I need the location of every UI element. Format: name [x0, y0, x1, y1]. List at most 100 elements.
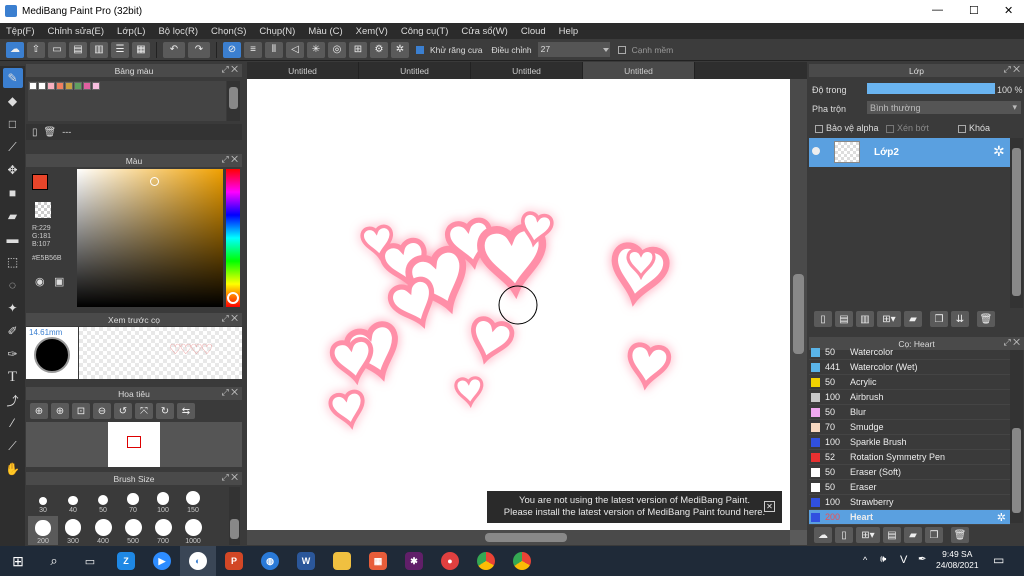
magic-wand-tool-icon[interactable]: ✦ — [3, 298, 23, 318]
brush-size-option[interactable]: 40 — [58, 485, 88, 514]
new-8bit-layer-icon[interactable]: ▥ — [856, 311, 874, 327]
adjust-input[interactable]: 27 — [537, 42, 610, 57]
vanishing-snap-icon[interactable]: ◁ — [286, 41, 304, 58]
trash-icon[interactable]: 🗑 — [44, 127, 57, 138]
brush-item[interactable]: 70 Smudge — [809, 420, 1010, 435]
chrome-icon[interactable] — [468, 546, 504, 576]
move-tool-icon[interactable]: ✥ — [3, 160, 23, 180]
new-layer-icon[interactable]: ▯ — [814, 311, 832, 327]
palette-swatch[interactable] — [65, 82, 73, 90]
color-picker-cursor[interactable] — [150, 177, 159, 186]
brush-tool-icon[interactable]: ✎ — [2, 68, 23, 88]
palette-swatch[interactable] — [38, 82, 46, 90]
brush-size-option[interactable]: 100 — [148, 485, 178, 514]
settings-snap-icon[interactable]: ⚙ — [370, 41, 388, 58]
reset-view-icon[interactable]: ⤧ — [135, 403, 153, 419]
duplicate-icon[interactable]: ❐ — [925, 527, 943, 543]
brush-item[interactable]: 50 Eraser (Soft) — [809, 465, 1010, 480]
brush-size-option[interactable]: 300 — [58, 516, 88, 545]
close-icon[interactable]: ⤢ ✕ — [221, 472, 238, 483]
close-icon[interactable]: ⤢ ✕ — [221, 387, 238, 398]
palette-swatch[interactable] — [74, 82, 82, 90]
palette-scrollbar[interactable] — [227, 81, 240, 121]
select-pen-tool-icon[interactable]: ✐ — [3, 321, 23, 341]
cloud-icon[interactable]: ☁ — [6, 41, 24, 58]
trash-icon[interactable]: 🗑 — [951, 527, 969, 543]
select-eraser-tool-icon[interactable]: ✑ — [3, 344, 23, 364]
protect-alpha-option[interactable]: Bảo vệ alpha — [815, 123, 879, 133]
palette-swatch[interactable] — [47, 82, 55, 90]
windows-start-icon[interactable]: ⊞ — [0, 546, 36, 576]
clip-option[interactable]: Xén bớt — [886, 123, 929, 133]
new-halftone-layer-icon[interactable]: ▤ — [835, 311, 853, 327]
maximize-button[interactable]: ☐ — [969, 4, 979, 17]
chat-icon[interactable]: ▤ — [69, 41, 87, 58]
close-icon[interactable]: ⤢ ✕ — [221, 64, 238, 75]
palette-swatch[interactable] — [29, 82, 37, 90]
canvas-horizontal-scrollbar[interactable] — [247, 530, 790, 545]
menu-select[interactable]: Chọn(S) — [211, 26, 246, 37]
paint-palette-icon[interactable]: ◍ — [252, 546, 288, 576]
search-icon[interactable]: ⌕ — [36, 546, 72, 576]
menu-edit[interactable]: Chỉnh sửa(E) — [48, 26, 105, 37]
cloud-download-icon[interactable]: ☁ — [814, 527, 832, 543]
brush-size-option[interactable]: 400 — [88, 516, 118, 545]
clock[interactable]: 9:49 SA 24/08/2021 — [936, 549, 979, 571]
brush-item[interactable]: 100 Strawberry — [809, 495, 1010, 510]
scroll-thumb[interactable] — [230, 519, 239, 539]
close-icon[interactable]: ⤢ ✕ — [221, 313, 238, 324]
task-view-icon[interactable]: ▭ — [72, 546, 108, 576]
zoom-icon[interactable]: ▶ — [144, 546, 180, 576]
folder-icon[interactable]: ▰ — [904, 527, 922, 543]
brush-item[interactable]: 50 Acrylic — [809, 375, 1010, 390]
export-icon[interactable]: ⇧ — [27, 41, 45, 58]
bucket-tool-icon[interactable]: ▰ — [3, 206, 23, 226]
rectangle-tool-icon[interactable]: □ — [3, 114, 23, 134]
color-wheel-icon[interactable]: ◉ — [35, 275, 45, 288]
brush-item[interactable]: 200 Heart ✲ — [809, 510, 1010, 525]
operation-tool-icon[interactable]: ⤴ — [3, 390, 23, 410]
close-icon[interactable]: ⤢ ✕ — [221, 154, 238, 165]
brush-size-option[interactable]: 30 — [28, 485, 58, 514]
scroll-thumb[interactable] — [1012, 148, 1021, 296]
brush-item[interactable]: 100 Airbrush — [809, 390, 1010, 405]
notification-icon[interactable]: ▭ — [993, 553, 1004, 567]
redo-icon[interactable]: ↷ — [188, 41, 210, 58]
parallel-snap-icon[interactable]: ≡ — [244, 41, 262, 58]
list-icon[interactable]: ☰ — [111, 41, 129, 58]
brush-size-option[interactable]: 1000 — [178, 516, 208, 545]
smooth-checkbox[interactable] — [617, 45, 626, 54]
radial-snap-icon[interactable]: ✳ — [307, 41, 325, 58]
color-palette-icon[interactable]: ▣ — [54, 275, 64, 288]
duplicate-icon[interactable]: ❐ — [930, 311, 948, 327]
add-brush-menu-icon[interactable]: ⊞▾ — [856, 527, 880, 543]
brush-size-option[interactable]: 200 — [28, 515, 58, 545]
tab-untitled-2[interactable]: Untitled — [359, 62, 471, 79]
menu-file[interactable]: Tệp(F) — [6, 26, 35, 37]
saturation-value-picker[interactable] — [77, 169, 223, 307]
close-icon[interactable]: ✕ — [764, 501, 775, 512]
chevron-down-icon[interactable] — [602, 47, 609, 52]
hue-slider[interactable] — [226, 169, 240, 307]
blend-mode-select[interactable]: Bình thường ▾ — [867, 101, 1021, 114]
rotate-left-icon[interactable]: ↺ — [114, 403, 132, 419]
scroll-thumb[interactable] — [1012, 428, 1021, 513]
navigator-view[interactable] — [26, 422, 242, 467]
store-icon[interactable]: ▦ — [360, 546, 396, 576]
menu-view[interactable]: Xem(V) — [356, 26, 388, 37]
new-doc-icon[interactable]: ▯ — [32, 127, 38, 138]
hue-slider-handle[interactable] — [227, 292, 239, 304]
zalo-icon[interactable]: Z — [108, 546, 144, 576]
circle-snap-icon[interactable]: ◎ — [328, 41, 346, 58]
pen-icon[interactable]: ✒ — [918, 554, 926, 565]
grid-icon[interactable]: ▦ — [132, 41, 150, 58]
slack-icon[interactable]: ✱ — [396, 546, 432, 576]
menu-help[interactable]: Help — [559, 26, 579, 37]
lasso-tool-icon[interactable]: ◌ — [3, 275, 23, 295]
scroll-thumb[interactable] — [793, 274, 804, 354]
flip-icon[interactable]: ⇆ — [177, 403, 195, 419]
fill-rect-tool-icon[interactable]: ■ — [3, 183, 23, 203]
gear-icon[interactable]: ✲ — [391, 41, 409, 58]
folder-icon[interactable]: ▰ — [904, 311, 922, 327]
gear-icon[interactable]: ✲ — [997, 511, 1006, 524]
